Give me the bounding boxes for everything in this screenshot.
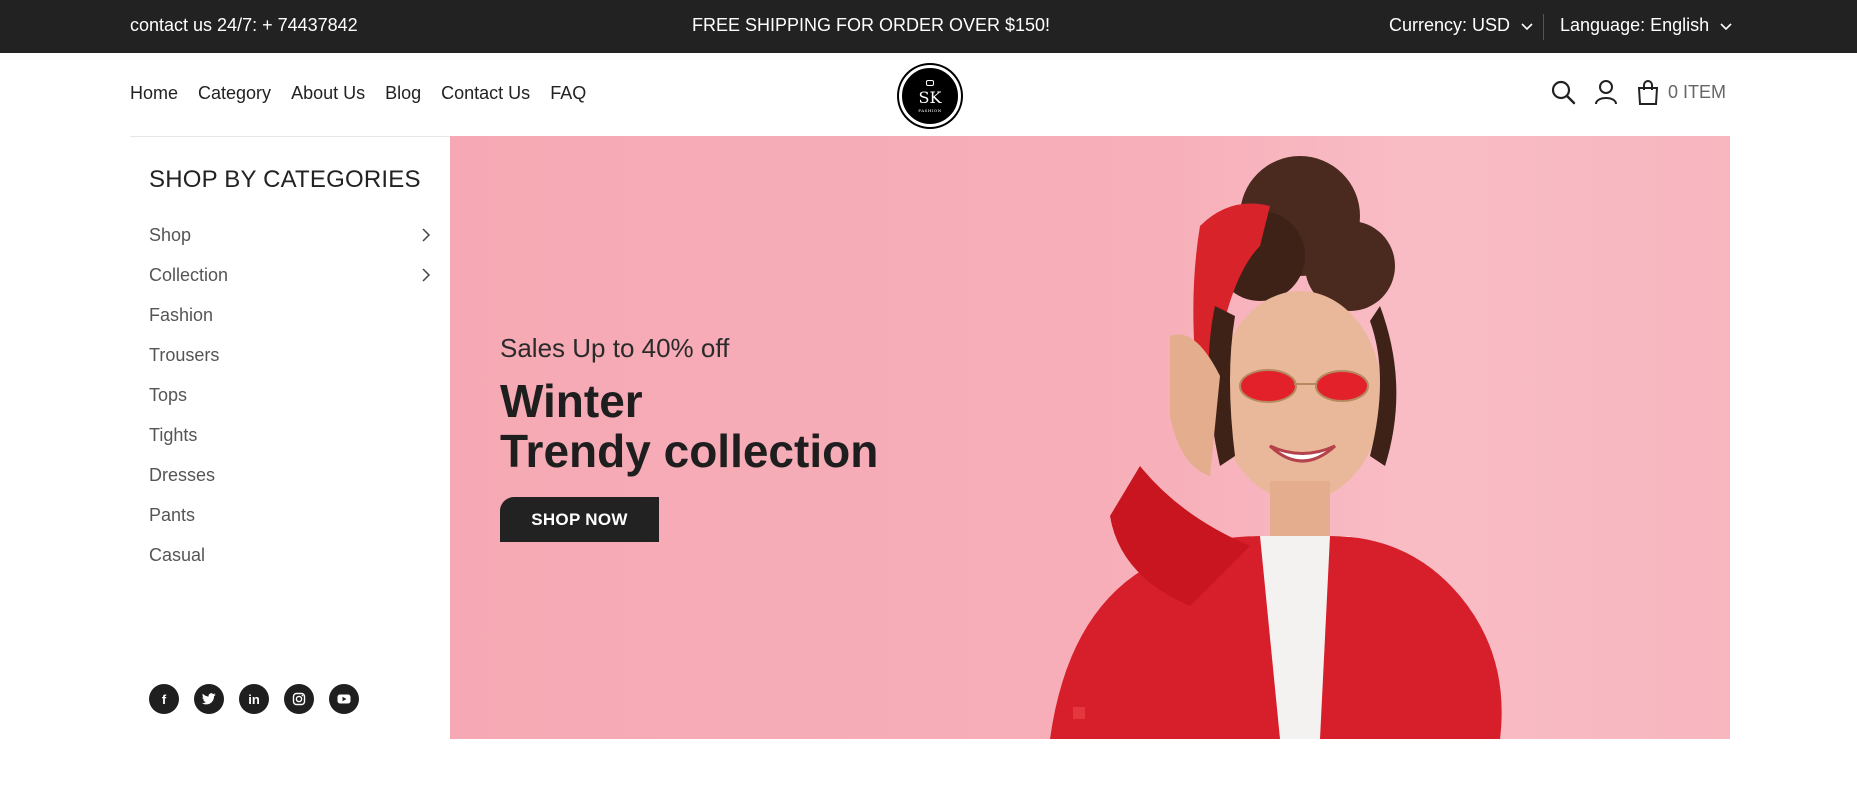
chevron-right-icon — [422, 228, 431, 242]
nav-home[interactable]: Home — [130, 83, 178, 104]
top-bar: contact us 24/7: + 74437842 FREE SHIPPIN… — [0, 0, 1857, 53]
twitter-icon[interactable] — [194, 684, 224, 714]
shop-now-button[interactable]: SHOP NOW — [500, 497, 659, 542]
youtube-icon[interactable] — [329, 684, 359, 714]
logo-text: SK — [918, 87, 942, 107]
hero-title-line1: Winter — [500, 375, 643, 427]
hero-title: Winter Trendy collection — [500, 376, 878, 476]
category-item-casual[interactable]: Casual — [149, 535, 431, 575]
search-icon[interactable] — [1550, 79, 1576, 105]
category-label: Dresses — [149, 464, 216, 485]
logo-emblem — [926, 79, 934, 86]
linkedin-icon[interactable]: in — [239, 684, 269, 714]
hero-subtitle: Sales Up to 40% off — [500, 333, 730, 363]
category-label: Tights — [149, 424, 198, 445]
category-label: Trousers — [149, 344, 220, 365]
language-selector[interactable]: Language: English — [1560, 15, 1733, 36]
category-item-trousers[interactable]: Trousers — [149, 335, 431, 375]
nav-category[interactable]: Category — [198, 83, 271, 104]
divider — [1543, 14, 1544, 40]
facebook-icon[interactable]: f — [149, 684, 179, 714]
main-nav: Home Category About Us Blog Contact Us F… — [130, 83, 586, 104]
category-label: Shop — [149, 224, 192, 245]
category-label: Tops — [149, 384, 188, 405]
category-item-pants[interactable]: Pants — [149, 495, 431, 535]
category-item-collection[interactable]: Collection — [149, 255, 431, 295]
language-label: Language: English — [1560, 15, 1710, 35]
chevron-right-icon — [422, 268, 431, 282]
category-label: Fashion — [149, 304, 214, 325]
category-item-tights[interactable]: Tights — [149, 415, 431, 455]
hero-title-line2: Trendy collection — [500, 425, 879, 477]
category-item-tops[interactable]: Tops — [149, 375, 431, 415]
cart-button[interactable]: 0 ITEM — [1636, 79, 1726, 105]
slider-dot[interactable] — [1073, 707, 1085, 719]
site-logo[interactable]: SK FASHION — [899, 65, 961, 127]
social-links: f in — [149, 684, 359, 714]
currency-selector[interactable]: Currency: USD — [1389, 15, 1534, 36]
chevron-down-icon — [1720, 22, 1732, 30]
cart-count: 0 ITEM — [1668, 81, 1727, 102]
nav-faq[interactable]: FAQ — [550, 83, 586, 104]
instagram-icon[interactable] — [284, 684, 314, 714]
hero-model-image — [1050, 156, 1502, 739]
chevron-down-icon — [1521, 22, 1533, 30]
logo-subtext: FASHION — [918, 107, 942, 113]
category-sidebar: SHOP BY CATEGORIES Shop Collection Fashi… — [130, 136, 450, 739]
category-item-dresses[interactable]: Dresses — [149, 455, 431, 495]
user-icon[interactable] — [1594, 79, 1618, 105]
category-item-fashion[interactable]: Fashion — [149, 295, 431, 335]
cart-icon — [1637, 80, 1659, 105]
nav-contact-us[interactable]: Contact Us — [441, 83, 530, 104]
sidebar-title: SHOP BY CATEGORIES — [149, 166, 421, 193]
currency-label: Currency: USD — [1389, 15, 1511, 35]
category-label: Casual — [149, 544, 206, 565]
nav-about-us[interactable]: About Us — [291, 83, 365, 104]
header-actions: 0 ITEM — [1550, 79, 1726, 105]
category-list: Shop Collection Fashion Trousers Tops Ti… — [149, 215, 431, 575]
hero-banner: Sales Up to 40% off Winter Trendy collec… — [450, 136, 1730, 739]
category-item-shop[interactable]: Shop — [149, 215, 431, 255]
category-label: Collection — [149, 264, 229, 285]
main-header: Home Category About Us Blog Contact Us F… — [0, 53, 1857, 136]
category-label: Pants — [149, 504, 196, 525]
nav-blog[interactable]: Blog — [385, 83, 421, 104]
